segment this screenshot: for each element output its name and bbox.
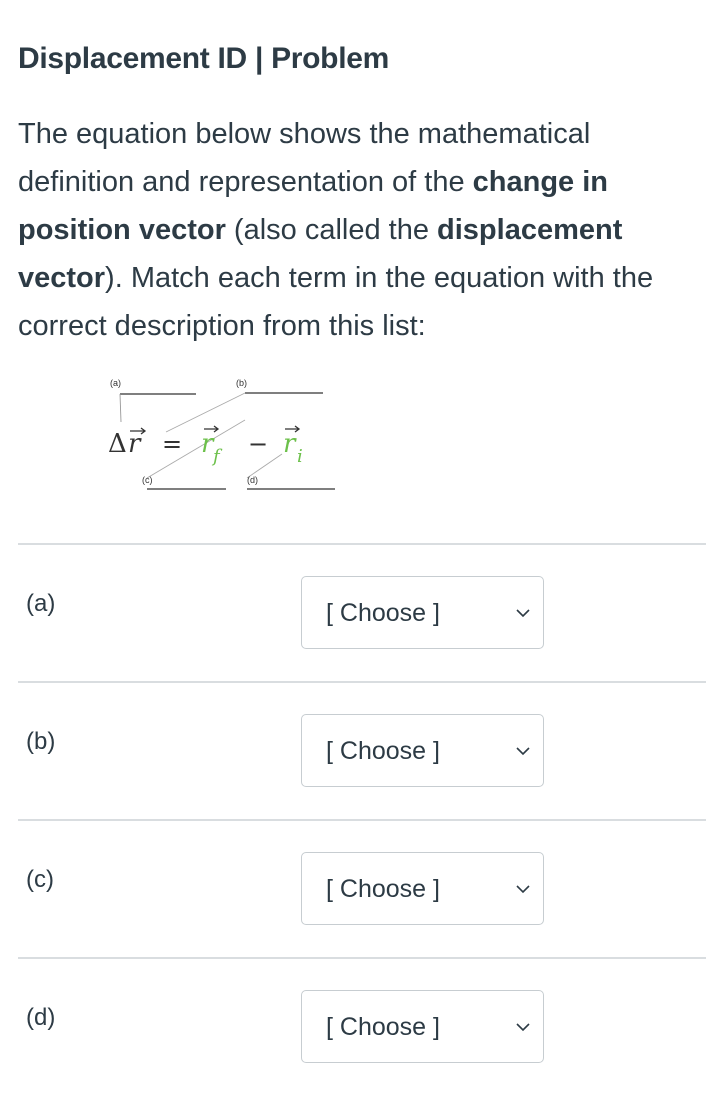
chevron-down-icon [516, 747, 530, 756]
equals-sign: = [162, 430, 182, 458]
chevron-down-icon [516, 1023, 530, 1032]
select-value: [ Choose ] [326, 599, 440, 627]
divider [18, 681, 706, 683]
label-a: (a) [110, 378, 121, 388]
answer-select-c[interactable]: [ Choose ] [301, 852, 544, 925]
question-prompt: The equation below shows the mathematica… [18, 110, 698, 350]
prompt-text-2: (also called the [225, 214, 438, 246]
row-label-d: (d) [26, 1004, 56, 1031]
rf-subscript: f [211, 446, 223, 467]
divider [18, 957, 706, 959]
pointer-b [165, 392, 246, 433]
pointer-a [119, 393, 122, 423]
select-value: [ Choose ] [326, 1013, 440, 1041]
select-value: [ Choose ] [326, 737, 440, 765]
label-d: (d) [247, 475, 258, 485]
label-c: (c) [142, 475, 153, 485]
answer-select-d[interactable]: [ Choose ] [301, 990, 544, 1063]
page-title: Displacement ID | Problem [18, 42, 390, 75]
answer-select-b[interactable]: [ Choose ] [301, 714, 544, 787]
prompt-text-3: ). Match each term in the equation with … [18, 262, 654, 342]
chevron-down-icon [516, 885, 530, 894]
row-label-c: (c) [26, 866, 54, 893]
divider [18, 543, 706, 545]
row-label-a: (a) [26, 590, 56, 617]
equation-diagram: (a) (b) (c) (d) Δ r = r f − r i [108, 378, 335, 490]
row-label-b: (b) [26, 728, 56, 755]
equation-figure: (a) (b) (c) (d) Δ r = r f − r i [100, 370, 350, 500]
divider [18, 819, 706, 821]
label-b: (b) [236, 378, 247, 388]
select-value: [ Choose ] [326, 875, 440, 903]
ri-subscript: i [297, 446, 303, 467]
minus-sign: − [248, 430, 268, 458]
r-symbol: r [128, 429, 142, 459]
ri-symbol: r [283, 429, 297, 459]
answer-select-a[interactable]: [ Choose ] [301, 576, 544, 649]
chevron-down-icon [516, 609, 530, 618]
delta-symbol: Δ [108, 429, 127, 459]
